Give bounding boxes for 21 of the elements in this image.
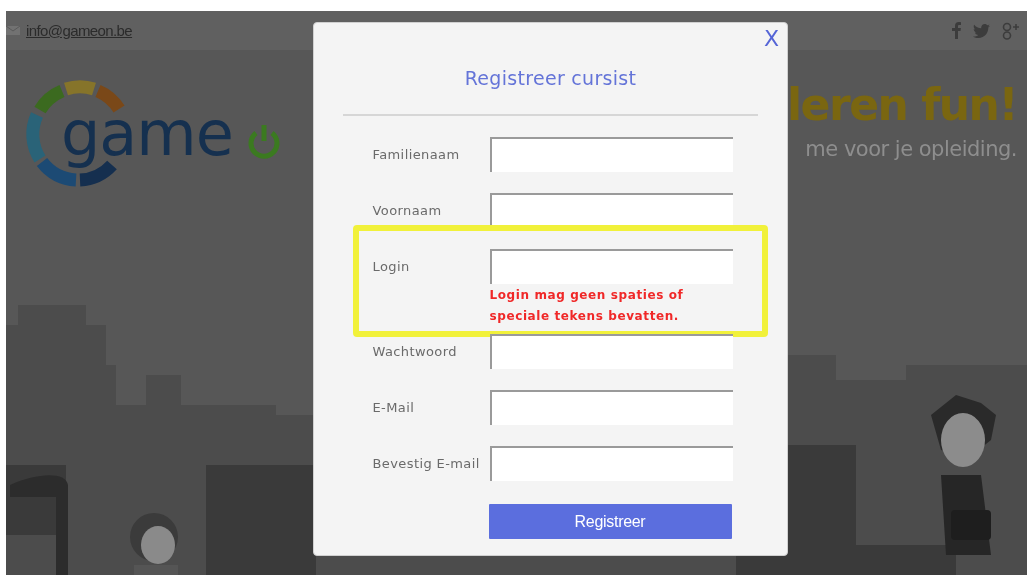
text-field[interactable] (489, 446, 733, 481)
field-label: E-Mail (372, 400, 416, 415)
dialog-title: Registreer cursist (464, 67, 637, 89)
hero-headline: leren fun! (787, 81, 1017, 130)
field-label: Wachtwoord (372, 344, 458, 359)
close-button[interactable]: X (761, 27, 781, 52)
text-field[interactable] (489, 390, 733, 425)
error-message: Login mag geen spaties of speciale tekens bevatten. (489, 287, 685, 325)
text-field[interactable] (489, 334, 733, 369)
field-label: Login (372, 259, 411, 274)
field-label: Familienaam (372, 147, 461, 162)
text-field[interactable] (489, 137, 733, 172)
register-button[interactable]: Registreer (488, 504, 732, 539)
cartoon-character-drawing (130, 513, 178, 575)
field-label: Bevestig E-mail (372, 456, 481, 471)
field-label: Voornaam (372, 203, 443, 218)
facebook-icon[interactable] (952, 22, 961, 39)
google-plus-icon[interactable] (1002, 21, 1019, 40)
power-icon (246, 123, 281, 159)
twitter-icon[interactable] (973, 23, 990, 38)
text-field[interactable] (489, 249, 733, 284)
